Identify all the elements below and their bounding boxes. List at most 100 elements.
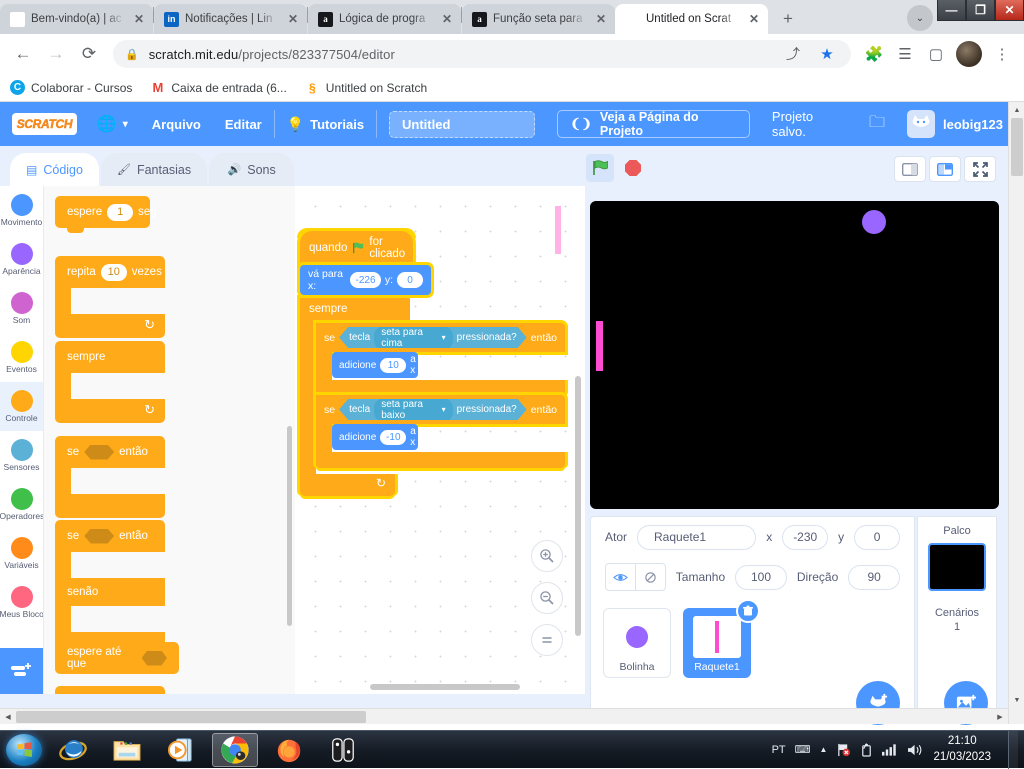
- palette-block-se-senao[interactable]: se então senão: [55, 520, 165, 656]
- stage-selector-panel[interactable]: Palco Cenários 1: [917, 516, 997, 725]
- taskbar-firefox-icon[interactable]: [266, 733, 312, 767]
- taskbar-file-explorer-icon[interactable]: [104, 733, 150, 767]
- tab-fantasias[interactable]: 🖌 Fantasias: [100, 153, 208, 186]
- direction-input[interactable]: 90: [848, 564, 900, 590]
- reading-list-icon[interactable]: ☰: [891, 39, 919, 69]
- key-dropdown[interactable]: seta para cima ▾: [374, 326, 452, 350]
- see-project-page-button[interactable]: ❨❩ Veja a Página do Projeto: [557, 110, 750, 138]
- size-input[interactable]: 100: [735, 564, 787, 590]
- value-input[interactable]: -10: [380, 429, 407, 445]
- workspace-vertical-scrollbar[interactable]: [575, 376, 581, 636]
- value-input[interactable]: 10: [380, 357, 407, 373]
- stop-sign-icon[interactable]: [624, 159, 642, 177]
- sprite-tile-bolinha[interactable]: Bolinha: [603, 608, 671, 678]
- script-stack[interactable]: quando for clicado vá para x: -226 y: 0 …: [297, 228, 565, 496]
- language-selector[interactable]: 🌐 ▾: [85, 102, 140, 146]
- scroll-thumb[interactable]: [1011, 118, 1023, 176]
- minimize-button[interactable]: —: [937, 0, 966, 21]
- fullscreen-icon[interactable]: [964, 156, 996, 182]
- key-dropdown[interactable]: seta para baixo ▾: [374, 398, 452, 422]
- palette-block-espere-ate-que[interactable]: espere até que: [55, 642, 179, 674]
- back-icon[interactable]: ←: [8, 39, 38, 69]
- block-sempre[interactable]: sempre: [297, 295, 413, 323]
- boolean-slot[interactable]: [84, 528, 115, 544]
- block-sempre-footer[interactable]: ↻: [300, 474, 395, 496]
- project-title-input[interactable]: Untitled: [389, 110, 536, 138]
- forward-icon[interactable]: →: [41, 39, 71, 69]
- palette-block-espere[interactable]: espere 1 seg: [55, 196, 157, 233]
- taskbar-nintendo-switch-icon[interactable]: [320, 733, 366, 767]
- scroll-down-arrow-icon[interactable]: ▼: [1009, 692, 1024, 708]
- address-bar[interactable]: 🔒 scratch.mit.edu/projects/823377504/edi…: [113, 40, 851, 68]
- scroll-right-arrow-icon[interactable]: ▶: [992, 709, 1008, 725]
- close-icon[interactable]: ✕: [593, 11, 609, 27]
- tab-sons[interactable]: 🔊 Sons: [209, 153, 295, 186]
- browser-tab-4-active[interactable]: § Untitled on Scrat ✕: [615, 4, 768, 34]
- menu-editar[interactable]: Editar: [213, 102, 274, 146]
- trash-icon[interactable]: [736, 599, 760, 623]
- bookmark-colaborar[interactable]: C Colaborar - Cursos: [10, 80, 132, 95]
- show-desktop-button[interactable]: [1008, 730, 1018, 769]
- sprite-raquete1-on-stage[interactable]: [596, 321, 603, 371]
- scratch-logo[interactable]: SCRATCH: [12, 113, 77, 135]
- close-icon[interactable]: ✕: [439, 11, 455, 27]
- signal-icon[interactable]: [882, 743, 898, 756]
- new-tab-button[interactable]: +: [774, 5, 802, 33]
- category-movimento[interactable]: Movimento: [0, 186, 43, 235]
- palette-scrollbar[interactable]: [287, 426, 292, 626]
- boolean-tecla-pressionada[interactable]: tecla seta para baixo ▾ pressionada?: [339, 399, 527, 420]
- sprite-name-input[interactable]: Raquete1: [637, 524, 757, 550]
- boolean-tecla-pressionada[interactable]: tecla seta para cima ▾ pressionada?: [339, 327, 527, 348]
- stage-thumbnail[interactable]: [928, 543, 986, 591]
- browser-tab-3[interactable]: a Função seta para ✕: [462, 4, 615, 34]
- y-input[interactable]: 0: [854, 524, 900, 550]
- folder-icon[interactable]: 🗀: [869, 111, 885, 138]
- green-flag-icon[interactable]: [586, 154, 614, 182]
- palette-block-partial[interactable]: [55, 686, 165, 694]
- category-eventos[interactable]: Eventos: [0, 333, 43, 382]
- block-input[interactable]: 1: [107, 203, 134, 221]
- block-va-para-xy[interactable]: vá para x: -226 y: 0: [300, 265, 431, 295]
- windows-start-icon[interactable]: [6, 733, 42, 766]
- scroll-up-arrow-icon[interactable]: ▲: [1009, 102, 1024, 118]
- kebab-menu-icon[interactable]: ⋮: [988, 39, 1016, 69]
- add-extension-button[interactable]: [0, 648, 43, 694]
- menu-tutoriais[interactable]: 💡 Tutoriais: [275, 102, 376, 146]
- block-adicione-a-x-2[interactable]: adicione -10 a x: [332, 424, 418, 450]
- category-controle[interactable]: Controle: [0, 382, 43, 431]
- block-se-entao-2[interactable]: se tecla seta para baixo ▾ pressionada?: [316, 395, 565, 468]
- x-input[interactable]: -230: [782, 524, 829, 550]
- sprite-bolinha-on-stage[interactable]: [862, 210, 886, 234]
- show-hidden-icons-icon[interactable]: ▲: [820, 745, 828, 754]
- block-quando-clicado[interactable]: quando for clicado: [300, 231, 413, 265]
- browser-tab-1[interactable]: in Notificações | Lin ✕: [154, 4, 307, 34]
- taskbar-media-player-icon[interactable]: [158, 733, 204, 767]
- volume-icon[interactable]: [907, 743, 924, 757]
- scroll-left-arrow-icon[interactable]: ◀: [0, 709, 16, 725]
- eye-slash-icon[interactable]: [636, 564, 665, 590]
- palette-block-sempre[interactable]: sempre ↻: [55, 341, 165, 423]
- keyboard-icon[interactable]: ⌨: [795, 743, 811, 756]
- account-menu[interactable]: leobig123 ▾: [907, 110, 1016, 138]
- large-stage-icon[interactable]: [929, 156, 961, 182]
- category-variaveis[interactable]: Variáveis: [0, 529, 43, 578]
- reload-icon[interactable]: ⟳: [74, 39, 104, 69]
- sprite-tile-raquete1[interactable]: Raquete1: [683, 599, 760, 678]
- network-error-icon[interactable]: [836, 743, 851, 757]
- browser-tab-2[interactable]: a Lógica de progra ✕: [308, 4, 461, 34]
- zoom-reset-icon[interactable]: [531, 624, 563, 656]
- category-sensores[interactable]: Sensores: [0, 431, 43, 480]
- share-icon[interactable]: ⤴: [781, 42, 805, 66]
- category-som[interactable]: Som: [0, 284, 43, 333]
- category-meus-blocos[interactable]: Meus Blocos: [0, 578, 43, 627]
- side-panel-icon[interactable]: ▢: [922, 39, 950, 69]
- block-palette[interactable]: espere 1 seg repita 10 vezes ↻ sempre ↻ …: [44, 186, 295, 694]
- puzzle-icon[interactable]: 🧩: [860, 39, 888, 69]
- battery-icon[interactable]: [860, 742, 873, 757]
- category-aparencia[interactable]: Aparência: [0, 235, 43, 284]
- stage-area[interactable]: [590, 201, 999, 509]
- profile-avatar[interactable]: [956, 41, 982, 67]
- block-adicione-a-x-1[interactable]: adicione 10 a x: [332, 352, 418, 378]
- language-indicator[interactable]: PT: [772, 744, 786, 756]
- page-horizontal-scrollbar[interactable]: ◀ ▶: [0, 708, 1008, 724]
